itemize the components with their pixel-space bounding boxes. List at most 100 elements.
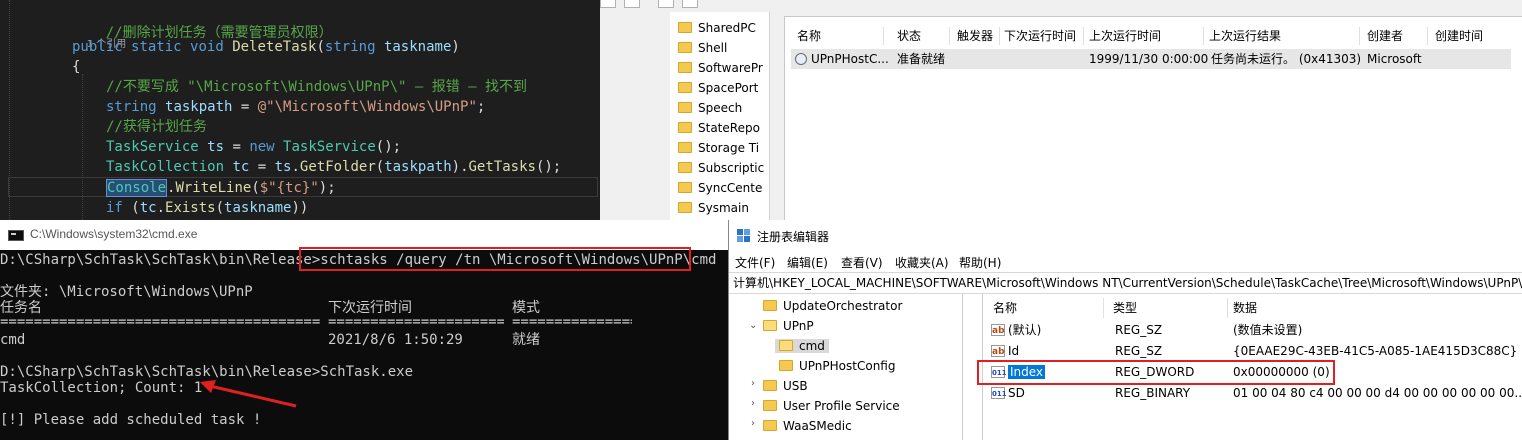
- console-icon: [8, 230, 24, 241]
- registry-values-list[interactable]: 名称 类型 数据 ab (默认) REG_SZ (数值未设置) ab Id REG_…: [977, 294, 1522, 440]
- tree-item-upnphostconfig[interactable]: UPnPHostConfig: [779, 356, 895, 376]
- column-header-next-run[interactable]: 下次运行时间: [1004, 27, 1076, 45]
- registry-editor-window: 注册表编辑器 文件(F) 编辑(E) 查看(V) 收藏夹(A) 帮助(H) 计算…: [728, 220, 1522, 440]
- pane-splitter[interactable]: [774, 12, 784, 220]
- value-name-id[interactable]: ab Id: [991, 341, 1019, 361]
- column-divider[interactable]: [1227, 298, 1228, 318]
- tree-item[interactable]: Subscriptic: [678, 158, 764, 178]
- cmd-titlebar[interactable]: C:\Windows\system32\cmd.exe: [0, 220, 728, 250]
- type-name: TaskCollection: [106, 159, 225, 175]
- toolbar-button[interactable]: [658, 0, 674, 8]
- menu-help[interactable]: 帮助(H): [959, 254, 1001, 271]
- column-header-status[interactable]: 状态: [897, 27, 921, 45]
- menu-favorites[interactable]: 收藏夹(A): [895, 254, 949, 271]
- column-divider[interactable]: [1083, 27, 1084, 45]
- param-name: taskname: [383, 39, 452, 55]
- column-divider[interactable]: [1203, 27, 1204, 45]
- tree-item[interactable]: SyncCente: [678, 178, 762, 198]
- tree-item-usb[interactable]: USB: [763, 376, 808, 396]
- code-line-method-signature: public static void DeleteTask(string tas…: [72, 37, 460, 57]
- tree-item[interactable]: StateRepo: [678, 118, 760, 138]
- cmd-terminal[interactable]: D:\CSharp\SchTask\SchTask\bin\Release>sc…: [0, 247, 728, 440]
- tree-item[interactable]: Sysmain: [678, 198, 749, 218]
- code-line-comment-delete: //删除计划任务（需要管理员权限）: [72, 3, 333, 41]
- code-line-taskservice: TaskService ts = new TaskService();: [106, 139, 402, 155]
- type-name-selected[interactable]: Console: [106, 179, 168, 197]
- punct: =: [232, 99, 258, 115]
- column-divider[interactable]: [1103, 298, 1104, 318]
- punct: (: [316, 39, 325, 55]
- variable: ts: [274, 159, 292, 175]
- column-divider[interactable]: [999, 27, 1000, 45]
- folder-open-icon: [763, 320, 777, 331]
- column-header-created[interactable]: 创建时间: [1435, 27, 1483, 45]
- task-list[interactable]: 名称 状态 触发器 下次运行时间 上次运行时间 上次运行结果 创建者 创建时间 …: [784, 16, 1522, 220]
- folder-icon: [763, 420, 777, 431]
- registry-key-tree[interactable]: UpdateOrchestrator ⌄ UPnP cmd UPnPHostCo…: [729, 294, 963, 440]
- column-divider[interactable]: [1359, 27, 1360, 45]
- address-bar[interactable]: 计算机\HKEY_LOCAL_MACHINE\SOFTWARE\Microsof…: [729, 272, 1522, 294]
- task-author-cell: Microsoft: [1367, 52, 1422, 66]
- tree-item-user-profile-service[interactable]: User Profile Service: [763, 396, 900, 416]
- method-name: GetTasks: [468, 159, 536, 175]
- keyword: if: [106, 200, 123, 216]
- tree-item[interactable]: SpacePort: [678, 78, 758, 98]
- menu-edit[interactable]: 编辑(E): [787, 254, 828, 271]
- code-line-comment-path: //不要写成 "\Microsoft\Windows\UPnP\" — 报错 —…: [106, 77, 527, 97]
- menu-file[interactable]: 文件(F): [735, 254, 775, 271]
- cmd-task-mode: 就绪: [512, 332, 540, 348]
- code-line-if: if (tc.Exists(taskname)): [106, 200, 309, 216]
- folder-icon: [678, 122, 692, 133]
- tree-item-upnp[interactable]: UPnP: [763, 316, 814, 336]
- code-line-brace: {: [72, 57, 80, 77]
- folder-icon: [678, 162, 692, 173]
- reg-binary-icon: 011: [991, 386, 1007, 399]
- tree-item-updateorchestrator[interactable]: UpdateOrchestrator: [763, 296, 902, 316]
- regedit-titlebar[interactable]: 注册表编辑器: [729, 220, 1522, 250]
- task-scheduler-toolbar: [600, 0, 1522, 12]
- code-editor[interactable]: //删除计划任务（需要管理员权限） 1 个引用 public static vo…: [0, 0, 600, 220]
- chevron-right-icon[interactable]: ›: [751, 418, 755, 429]
- code-line-taskcollection: TaskCollection tc = ts.GetFolder(taskpat…: [106, 159, 562, 175]
- value-data: (数值未设置): [1233, 323, 1303, 337]
- task-folder-tree[interactable]: SharedPC Shell SoftwarePr SpacePort Spee…: [670, 12, 770, 220]
- column-divider[interactable]: [883, 27, 884, 45]
- tree-item[interactable]: Shell: [678, 38, 727, 58]
- column-header-trigger[interactable]: 触发器: [957, 27, 993, 45]
- cmd-sep-mode: ===============: [512, 314, 632, 330]
- folder-icon: [678, 82, 692, 93]
- column-header-last-result[interactable]: 上次运行结果: [1209, 27, 1281, 45]
- column-divider[interactable]: [949, 27, 950, 45]
- cmd-sep-next: ======================: [328, 314, 504, 330]
- tree-item[interactable]: Speech: [678, 98, 742, 118]
- method-name: GetFolder: [299, 159, 376, 175]
- reg-string-icon: ab: [991, 344, 1005, 357]
- column-header-name[interactable]: 名称: [993, 300, 1017, 316]
- red-arrow-annotation: [200, 380, 297, 408]
- column-header-type[interactable]: 类型: [1113, 300, 1137, 316]
- regedit-menubar: 文件(F) 编辑(E) 查看(V) 收藏夹(A) 帮助(H): [729, 250, 1522, 272]
- chevron-right-icon[interactable]: ›: [751, 378, 755, 389]
- regedit-title: 注册表编辑器: [757, 230, 830, 244]
- value-name-default[interactable]: ab (默认): [991, 320, 1041, 340]
- chevron-down-icon[interactable]: ⌄: [749, 320, 757, 331]
- toolbar-button[interactable]: [624, 0, 640, 8]
- menu-view[interactable]: 查看(V): [841, 254, 883, 271]
- value-name-sd[interactable]: 011SD: [991, 383, 1025, 403]
- tree-item[interactable]: SoftwarePr: [678, 58, 763, 78]
- column-header-name[interactable]: 名称: [797, 27, 821, 45]
- tree-item[interactable]: SharedPC: [678, 18, 756, 38]
- tree-item-cmd-selected[interactable]: cmd: [775, 336, 829, 356]
- column-divider[interactable]: [1427, 27, 1428, 45]
- tree-item[interactable]: Storage Ti: [678, 138, 759, 158]
- toolbar-button[interactable]: [600, 0, 616, 8]
- task-name-cell[interactable]: UPnPHostC...: [795, 51, 889, 67]
- value-type: REG_SZ: [1115, 344, 1163, 358]
- chevron-right-icon[interactable]: ›: [751, 398, 755, 409]
- folder-icon: [763, 380, 777, 391]
- column-header-last-run[interactable]: 上次运行时间: [1089, 27, 1161, 45]
- column-header-author[interactable]: 创建者: [1367, 27, 1403, 45]
- tree-item-waasmedic[interactable]: WaaSMedic: [763, 416, 852, 436]
- toolbar-button[interactable]: [682, 0, 698, 8]
- column-header-data[interactable]: 数据: [1233, 300, 1257, 316]
